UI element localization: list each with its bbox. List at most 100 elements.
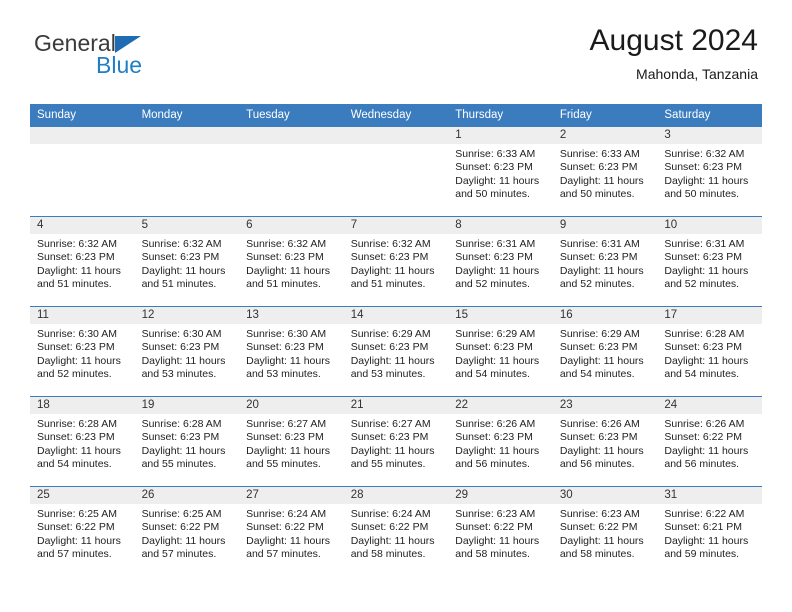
weekday-header-saturday: Saturday — [657, 104, 762, 126]
calendar-page: General Blue August 2024 Mahonda, Tanzan… — [0, 0, 792, 612]
day-details: Sunrise: 6:29 AM Sunset: 6:23 PM Daylight:… — [344, 324, 449, 382]
calendar-week-row: 4 Sunrise: 6:32 AM Sunset: 6:23 PM Daylight… — [30, 216, 762, 306]
day-details: Sunrise: 6:24 AM Sunset: 6:22 PM Daylight:… — [344, 504, 449, 562]
day-number: 17 — [657, 307, 762, 324]
day-details — [239, 144, 344, 148]
day-cell-inner: 25 Sunrise: 6:25 AM Sunset: 6:22 PM Dayligh… — [30, 486, 135, 576]
day-cell[interactable]: 10 Sunrise: 6:31 AM Sunset: 6:23 PM Dayligh… — [657, 216, 762, 306]
day-number — [343, 127, 449, 144]
day-cell-inner: 3 Sunrise: 6:32 AM Sunset: 6:23 PM Daylight… — [657, 126, 762, 216]
detail-daylight-line2: and 56 minutes. — [559, 458, 635, 471]
day-details: Sunrise: 6:26 AM Sunset: 6:23 PM Daylight:… — [553, 414, 658, 472]
day-number: 15 — [448, 307, 553, 324]
day-cell-inner: 22 Sunrise: 6:26 AM Sunset: 6:23 PM Dayligh… — [448, 396, 553, 486]
day-cell[interactable]: 20 Sunrise: 6:27 AM Sunset: 6:23 PM Dayligh… — [239, 396, 344, 486]
detail-daylight-line1: Daylight: 11 hours — [559, 264, 644, 277]
day-cell-inner — [134, 126, 240, 216]
day-number — [30, 127, 135, 144]
day-cell[interactable]: 1 Sunrise: 6:33 AM Sunset: 6:23 PM Daylight… — [448, 126, 553, 216]
day-cell[interactable]: 23 Sunrise: 6:26 AM Sunset: 6:23 PM Dayligh… — [552, 396, 658, 486]
day-number: 1 — [448, 127, 553, 144]
day-cell[interactable]: 9 Sunrise: 6:31 AM Sunset: 6:23 PM Daylight… — [552, 216, 658, 306]
day-cell[interactable]: 13 Sunrise: 6:30 AM Sunset: 6:23 PM Dayligh… — [239, 306, 344, 396]
day-cell[interactable]: 14 Sunrise: 6:29 AM Sunset: 6:23 PM Dayligh… — [343, 306, 449, 396]
day-cell[interactable]: 21 Sunrise: 6:27 AM Sunset: 6:23 PM Dayligh… — [343, 396, 449, 486]
detail-sunset: Sunset: 6:23 PM — [559, 161, 638, 174]
detail-daylight-line1: Daylight: 11 hours — [141, 444, 226, 457]
detail-sunrise: Sunrise: 6:25 AM — [141, 508, 222, 520]
day-number: 26 — [134, 487, 240, 504]
detail-daylight-line1: Daylight: 11 hours — [559, 354, 644, 367]
day-number: 18 — [30, 397, 135, 414]
detail-daylight-line1: Daylight: 11 hours — [246, 354, 330, 367]
day-number: 20 — [239, 397, 344, 414]
detail-daylight-line2: and 50 minutes. — [455, 188, 530, 201]
day-cell[interactable]: 3 Sunrise: 6:32 AM Sunset: 6:23 PM Daylight… — [657, 126, 762, 216]
day-cell[interactable]: 25 Sunrise: 6:25 AM Sunset: 6:22 PM Dayligh… — [30, 486, 135, 576]
day-cell-inner: 31 Sunrise: 6:22 AM Sunset: 6:21 PM Dayligh… — [657, 486, 762, 576]
detail-sunrise: Sunrise: 6:29 AM — [559, 328, 640, 340]
day-cell-inner: 17 Sunrise: 6:28 AM Sunset: 6:23 PM Dayligh… — [657, 306, 762, 396]
day-details — [30, 144, 135, 148]
detail-sunrise: Sunrise: 6:28 AM — [664, 328, 745, 340]
detail-sunset: Sunset: 6:23 PM — [559, 341, 638, 354]
day-details: Sunrise: 6:25 AM Sunset: 6:22 PM Daylight:… — [30, 504, 135, 562]
day-cell[interactable]: 5 Sunrise: 6:32 AM Sunset: 6:23 PM Daylight… — [134, 216, 240, 306]
detail-sunrise: Sunrise: 6:30 AM — [37, 328, 117, 340]
detail-sunrise: Sunrise: 6:30 AM — [141, 328, 222, 340]
day-cell[interactable]: 8 Sunrise: 6:31 AM Sunset: 6:23 PM Daylight… — [448, 216, 553, 306]
day-cell[interactable]: 12 Sunrise: 6:30 AM Sunset: 6:23 PM Dayligh… — [134, 306, 240, 396]
day-number: 16 — [552, 307, 658, 324]
calendar-header-row: Sunday Monday Tuesday Wednesday Thursday… — [30, 104, 762, 126]
detail-daylight-line2: and 58 minutes. — [559, 548, 635, 561]
day-cell[interactable]: 19 Sunrise: 6:28 AM Sunset: 6:23 PM Dayligh… — [134, 396, 240, 486]
day-cell[interactable]: 4 Sunrise: 6:32 AM Sunset: 6:23 PM Daylight… — [30, 216, 135, 306]
day-cell[interactable]: 27 Sunrise: 6:24 AM Sunset: 6:22 PM Dayligh… — [239, 486, 344, 576]
detail-sunrise: Sunrise: 6:26 AM — [455, 418, 536, 430]
day-details: Sunrise: 6:31 AM Sunset: 6:23 PM Daylight:… — [657, 234, 762, 292]
day-cell[interactable]: 30 Sunrise: 6:23 AM Sunset: 6:22 PM Dayligh… — [552, 486, 658, 576]
detail-sunset: Sunset: 6:21 PM — [664, 521, 743, 534]
detail-daylight-line2: and 54 minutes. — [559, 368, 635, 381]
day-cell[interactable]: 22 Sunrise: 6:26 AM Sunset: 6:23 PM Dayligh… — [448, 396, 553, 486]
detail-daylight-line2: and 51 minutes. — [37, 278, 112, 291]
detail-sunset: Sunset: 6:23 PM — [455, 161, 533, 174]
day-cell-inner: 29 Sunrise: 6:23 AM Sunset: 6:22 PM Dayligh… — [448, 486, 553, 576]
detail-sunrise: Sunrise: 6:25 AM — [37, 508, 117, 520]
day-cell[interactable]: 26 Sunrise: 6:25 AM Sunset: 6:22 PM Dayligh… — [134, 486, 240, 576]
weekday-header-monday: Monday — [134, 104, 240, 126]
day-cell-inner — [343, 126, 449, 216]
detail-daylight-line1: Daylight: 11 hours — [37, 534, 121, 547]
day-cell-inner: 16 Sunrise: 6:29 AM Sunset: 6:23 PM Dayligh… — [552, 306, 658, 396]
day-cell[interactable]: 24 Sunrise: 6:26 AM Sunset: 6:22 PM Dayligh… — [657, 396, 762, 486]
day-cell[interactable]: 2 Sunrise: 6:33 AM Sunset: 6:23 PM Daylight… — [552, 126, 658, 216]
day-cell-empty — [343, 126, 449, 216]
day-cell[interactable]: 18 Sunrise: 6:28 AM Sunset: 6:23 PM Dayligh… — [30, 396, 135, 486]
brand-logo[interactable]: General Blue — [34, 32, 234, 92]
detail-sunset: Sunset: 6:22 PM — [664, 431, 743, 444]
day-cell-inner: 6 Sunrise: 6:32 AM Sunset: 6:23 PM Daylight… — [239, 216, 344, 306]
day-cell[interactable]: 31 Sunrise: 6:22 AM Sunset: 6:21 PM Dayligh… — [657, 486, 762, 576]
detail-sunset: Sunset: 6:23 PM — [246, 341, 324, 354]
day-number: 4 — [30, 217, 135, 234]
day-details: Sunrise: 6:29 AM Sunset: 6:23 PM Daylight:… — [448, 324, 553, 382]
day-cell[interactable]: 16 Sunrise: 6:29 AM Sunset: 6:23 PM Dayligh… — [552, 306, 658, 396]
detail-daylight-line2: and 57 minutes. — [246, 548, 321, 561]
detail-sunset: Sunset: 6:23 PM — [350, 341, 429, 354]
day-cell[interactable]: 7 Sunrise: 6:32 AM Sunset: 6:23 PM Daylight… — [343, 216, 449, 306]
detail-sunrise: Sunrise: 6:32 AM — [141, 238, 222, 250]
day-cell-empty — [134, 126, 240, 216]
detail-sunrise: Sunrise: 6:31 AM — [455, 238, 536, 250]
day-number: 24 — [657, 397, 762, 414]
day-cell[interactable]: 11 Sunrise: 6:30 AM Sunset: 6:23 PM Dayligh… — [30, 306, 135, 396]
day-cell[interactable]: 29 Sunrise: 6:23 AM Sunset: 6:22 PM Dayligh… — [448, 486, 553, 576]
detail-daylight-line1: Daylight: 11 hours — [455, 174, 540, 187]
day-cell[interactable]: 28 Sunrise: 6:24 AM Sunset: 6:22 PM Dayligh… — [343, 486, 449, 576]
day-cell[interactable]: 6 Sunrise: 6:32 AM Sunset: 6:23 PM Daylight… — [239, 216, 344, 306]
detail-sunset: Sunset: 6:23 PM — [664, 161, 743, 174]
day-cell-inner: 20 Sunrise: 6:27 AM Sunset: 6:23 PM Dayligh… — [239, 396, 344, 486]
day-cell[interactable]: 17 Sunrise: 6:28 AM Sunset: 6:23 PM Dayligh… — [657, 306, 762, 396]
detail-sunrise: Sunrise: 6:27 AM — [246, 418, 327, 430]
day-cell[interactable]: 15 Sunrise: 6:29 AM Sunset: 6:23 PM Dayligh… — [448, 306, 553, 396]
day-details: Sunrise: 6:30 AM Sunset: 6:23 PM Daylight:… — [239, 324, 344, 382]
